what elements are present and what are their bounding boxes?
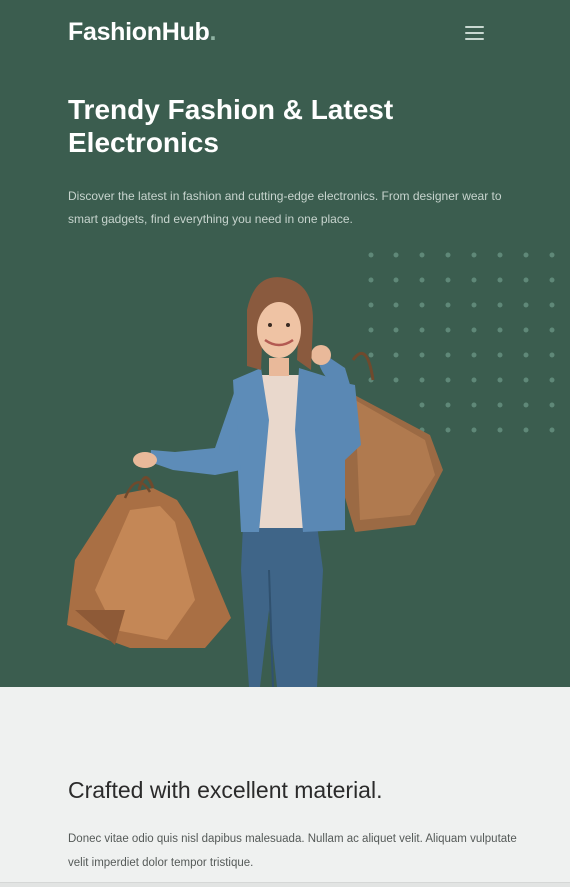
- menu-line: [465, 32, 484, 34]
- hero-section: FashionHub. Trendy Fashion & Latest Elec…: [0, 0, 570, 687]
- feature-section: Crafted with excellent material. Donec v…: [0, 687, 570, 887]
- section-title: Crafted with excellent material.: [68, 777, 383, 803]
- page: FashionHub. Trendy Fashion & Latest Elec…: [0, 0, 570, 887]
- hamburger-menu-icon[interactable]: [462, 22, 488, 44]
- menu-line: [465, 26, 484, 28]
- site-logo[interactable]: FashionHub.: [68, 18, 216, 47]
- woman-with-shopping-bags-image: [67, 277, 443, 687]
- bottom-divider: [0, 882, 570, 887]
- logo-dot: .: [209, 18, 217, 46]
- hero-description: Discover the latest in fashion and cutti…: [68, 189, 502, 226]
- section-text: Donec vitae odio quis nisl dapibus males…: [68, 833, 517, 869]
- hero-title: Trendy Fashion & Latest Electronics: [68, 94, 394, 158]
- menu-line: [465, 38, 484, 40]
- logo-text: FashionHub: [68, 18, 210, 46]
